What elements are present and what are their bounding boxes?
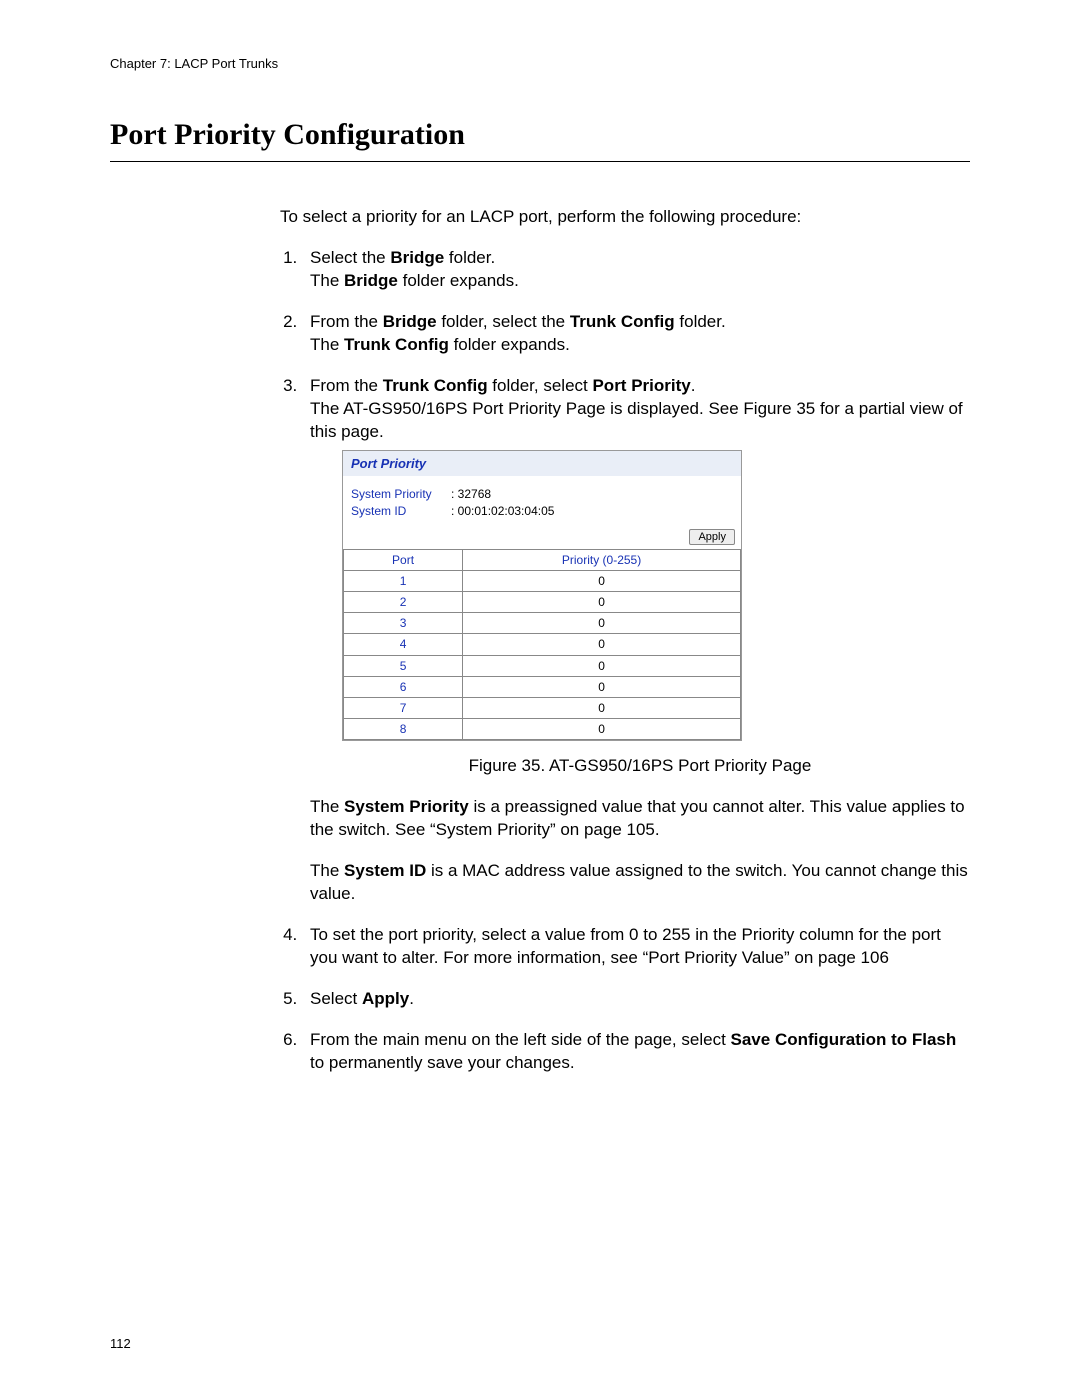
- priority-cell[interactable]: 0: [463, 719, 741, 740]
- bold: Bridge: [344, 271, 398, 290]
- text: folder.: [444, 248, 495, 267]
- text: From the: [310, 312, 383, 331]
- sys-id-label: System ID: [351, 503, 451, 520]
- table-row: 60: [344, 676, 741, 697]
- text: Select: [310, 989, 362, 1008]
- text: to permanently save your changes.: [310, 1053, 575, 1072]
- text: Select the: [310, 248, 390, 267]
- port-cell: 7: [344, 698, 463, 719]
- col-priority-header: Priority (0-255): [463, 549, 741, 570]
- page-number: 112: [110, 1335, 131, 1353]
- bold: Bridge: [383, 312, 437, 331]
- port-cell: 6: [344, 676, 463, 697]
- port-cell: 5: [344, 655, 463, 676]
- figure-35: Port Priority System Priority : 32768 Sy…: [342, 450, 970, 779]
- bold: Save Configuration to Flash: [731, 1030, 957, 1049]
- step-1: Select the Bridge folder. The Bridge fol…: [302, 247, 970, 293]
- bold: Trunk Config: [344, 335, 449, 354]
- port-priority-table: Port Priority (0-255) 10 20 30 40 50 60: [343, 549, 741, 741]
- port-cell: 2: [344, 592, 463, 613]
- text: The AT-GS950/16PS Port Priority Page is …: [310, 399, 963, 441]
- priority-cell[interactable]: 0: [463, 698, 741, 719]
- bold: Trunk Config: [383, 376, 488, 395]
- table-row: 80: [344, 719, 741, 740]
- priority-cell[interactable]: 0: [463, 676, 741, 697]
- step-4: To set the port priority, select a value…: [302, 924, 970, 970]
- port-priority-panel: Port Priority System Priority : 32768 Sy…: [342, 450, 742, 742]
- panel-info: System Priority : 32768 System ID : 00:0…: [343, 476, 741, 526]
- text: folder expands.: [398, 271, 519, 290]
- port-cell: 3: [344, 613, 463, 634]
- step-2: From the Bridge folder, select the Trunk…: [302, 311, 970, 357]
- text: .: [691, 376, 696, 395]
- port-cell: 4: [344, 634, 463, 655]
- text: .: [409, 989, 414, 1008]
- bold: Port Priority: [592, 376, 690, 395]
- priority-cell[interactable]: 0: [463, 634, 741, 655]
- text: The: [310, 335, 344, 354]
- chapter-header: Chapter 7: LACP Port Trunks: [110, 55, 970, 73]
- text: folder.: [675, 312, 726, 331]
- bold: System ID: [344, 861, 426, 880]
- panel-title: Port Priority: [343, 451, 741, 477]
- table-row: 20: [344, 592, 741, 613]
- step-6: From the main menu on the left side of t…: [302, 1029, 970, 1075]
- priority-cell[interactable]: 0: [463, 592, 741, 613]
- text: From the: [310, 376, 383, 395]
- text: To set the port priority, select a value…: [310, 925, 941, 967]
- priority-cell[interactable]: 0: [463, 655, 741, 676]
- section-title: Port Priority Configuration: [110, 115, 970, 163]
- text: The: [310, 271, 344, 290]
- bold: System Priority: [344, 797, 469, 816]
- port-cell: 8: [344, 719, 463, 740]
- sys-priority-label: System Priority: [351, 486, 451, 503]
- text: The: [310, 861, 344, 880]
- bold: Trunk Config: [570, 312, 675, 331]
- col-port-header: Port: [344, 549, 463, 570]
- text: The: [310, 797, 344, 816]
- note-system-priority: The System Priority is a preassigned val…: [310, 796, 970, 842]
- table-row: 30: [344, 613, 741, 634]
- text: From the main menu on the left side of t…: [310, 1030, 731, 1049]
- priority-cell[interactable]: 0: [463, 570, 741, 591]
- bold: Bridge: [390, 248, 444, 267]
- sys-priority-value: : 32768: [451, 486, 491, 503]
- text: folder expands.: [449, 335, 570, 354]
- note-system-id: The System ID is a MAC address value ass…: [310, 860, 970, 906]
- table-row: 70: [344, 698, 741, 719]
- text: folder, select: [488, 376, 593, 395]
- text: folder, select the: [437, 312, 570, 331]
- step-3: From the Trunk Config folder, select Por…: [302, 375, 970, 906]
- table-row: 10: [344, 570, 741, 591]
- sys-id-value: : 00:01:02:03:04:05: [451, 503, 554, 520]
- apply-button[interactable]: Apply: [689, 529, 735, 545]
- priority-cell[interactable]: 0: [463, 613, 741, 634]
- port-cell: 1: [344, 570, 463, 591]
- table-row: 40: [344, 634, 741, 655]
- procedure-list: Select the Bridge folder. The Bridge fol…: [280, 247, 970, 1075]
- figure-caption: Figure 35. AT-GS950/16PS Port Priority P…: [310, 755, 970, 778]
- intro-paragraph: To select a priority for an LACP port, p…: [280, 206, 970, 229]
- bold: Apply: [362, 989, 409, 1008]
- table-row: 50: [344, 655, 741, 676]
- step-5: Select Apply.: [302, 988, 970, 1011]
